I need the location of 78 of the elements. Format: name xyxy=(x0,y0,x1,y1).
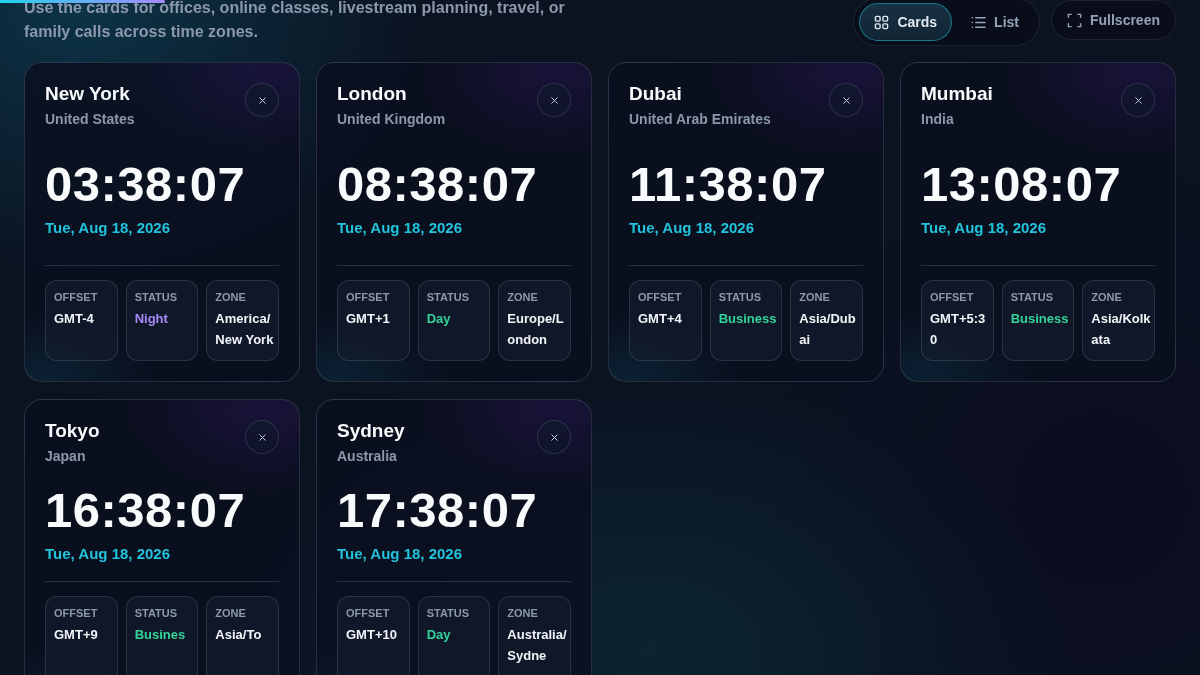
city-name: Dubai xyxy=(629,83,683,105)
detail-value: Business xyxy=(718,310,778,328)
clock-date: Tue, Aug 18, 2026 xyxy=(45,218,172,236)
detail-value: GMT+4 xyxy=(638,310,683,328)
detail-value: GMT+10 xyxy=(346,626,398,644)
close-button[interactable] xyxy=(829,83,863,117)
detail-label: STATUS xyxy=(718,290,763,304)
city-name: London xyxy=(337,83,408,105)
detail-value: Business xyxy=(1010,310,1070,328)
city-name: New York xyxy=(45,83,131,105)
clock-date: Tue, Aug 18, 2026 xyxy=(337,545,464,562)
detail-label: ZONE xyxy=(799,290,831,304)
detail-value: GMT-4 xyxy=(54,310,95,328)
close-icon xyxy=(840,94,852,106)
detail-label: OFFSET xyxy=(54,290,99,304)
detail-value: Asia/Kolkata xyxy=(1091,310,1151,349)
city-name: Sydney xyxy=(337,420,405,442)
close-icon xyxy=(548,94,560,106)
close-button[interactable] xyxy=(1121,83,1155,117)
close-icon xyxy=(256,94,268,106)
detail-label: STATUS xyxy=(1010,290,1055,304)
clock-time: 13:08:07 xyxy=(921,156,1123,211)
fullscreen-button[interactable]: Fullscreen xyxy=(1050,0,1176,40)
detail-label: OFFSET xyxy=(346,290,391,304)
detail-value: GMT+5:30 xyxy=(930,310,987,349)
country-name: Japan xyxy=(45,448,87,464)
close-button[interactable] xyxy=(245,83,279,117)
list-tab[interactable]: List xyxy=(956,3,1034,41)
detail-value: Night xyxy=(134,310,169,328)
fullscreen-icon xyxy=(1066,12,1082,28)
clock-time: 11:38:07 xyxy=(629,156,828,211)
clock-date: Tue, Aug 18, 2026 xyxy=(629,218,756,236)
detail-label: OFFSET xyxy=(54,606,99,620)
detail-label: ZONE xyxy=(507,290,539,304)
detail-value: Busines xyxy=(134,626,187,644)
detail-label: ZONE xyxy=(215,290,247,304)
clock-date: Tue, Aug 18, 2026 xyxy=(45,545,172,562)
detail-label: OFFSET xyxy=(638,290,683,304)
detail-label: STATUS xyxy=(426,290,471,304)
list-icon xyxy=(971,14,987,30)
detail-label: STATUS xyxy=(134,606,179,620)
close-button[interactable] xyxy=(245,420,279,454)
detail-value: Asia/Dubai xyxy=(799,310,857,349)
clock-date: Tue, Aug 18, 2026 xyxy=(337,218,464,236)
clock-date: Tue, Aug 18, 2026 xyxy=(921,218,1048,236)
country-name: United States xyxy=(45,111,135,127)
detail-value: Europe/London xyxy=(507,310,565,349)
detail-value: GMT+9 xyxy=(54,626,99,644)
clock-time: 16:38:07 xyxy=(45,483,247,537)
detail-value: Asia/To xyxy=(215,626,263,644)
country-name: Australia xyxy=(337,448,398,464)
detail-label: ZONE xyxy=(1091,290,1123,304)
detail-label: ZONE xyxy=(215,606,247,620)
detail-value: America/New York xyxy=(215,310,275,349)
detail-value: Day xyxy=(426,626,452,644)
close-button[interactable] xyxy=(537,420,571,454)
detail-label: OFFSET xyxy=(346,606,391,620)
detail-label: ZONE xyxy=(507,606,539,620)
country-name: United Kingdom xyxy=(337,111,446,127)
cards-tab[interactable]: Cards xyxy=(859,3,953,41)
detail-label: STATUS xyxy=(134,290,179,304)
close-button[interactable] xyxy=(537,83,571,117)
country-name: United Arab Emirates xyxy=(629,111,771,127)
close-icon xyxy=(256,431,268,443)
city-name: Mumbai xyxy=(921,83,993,105)
country-name: India xyxy=(921,111,955,127)
detail-value: Australia/Sydne xyxy=(507,626,567,665)
clock-time: 08:38:07 xyxy=(337,156,539,211)
clock-time: 17:38:07 xyxy=(337,483,539,537)
detail-label: STATUS xyxy=(426,606,471,620)
detail-value: Day xyxy=(426,310,452,328)
detail-label: OFFSET xyxy=(930,290,975,304)
detail-value: GMT+1 xyxy=(346,310,391,328)
close-icon xyxy=(1132,94,1144,106)
grid-icon xyxy=(874,14,890,30)
city-name: Tokyo xyxy=(45,420,100,442)
close-icon xyxy=(548,431,560,443)
clock-time: 03:38:07 xyxy=(45,156,247,211)
